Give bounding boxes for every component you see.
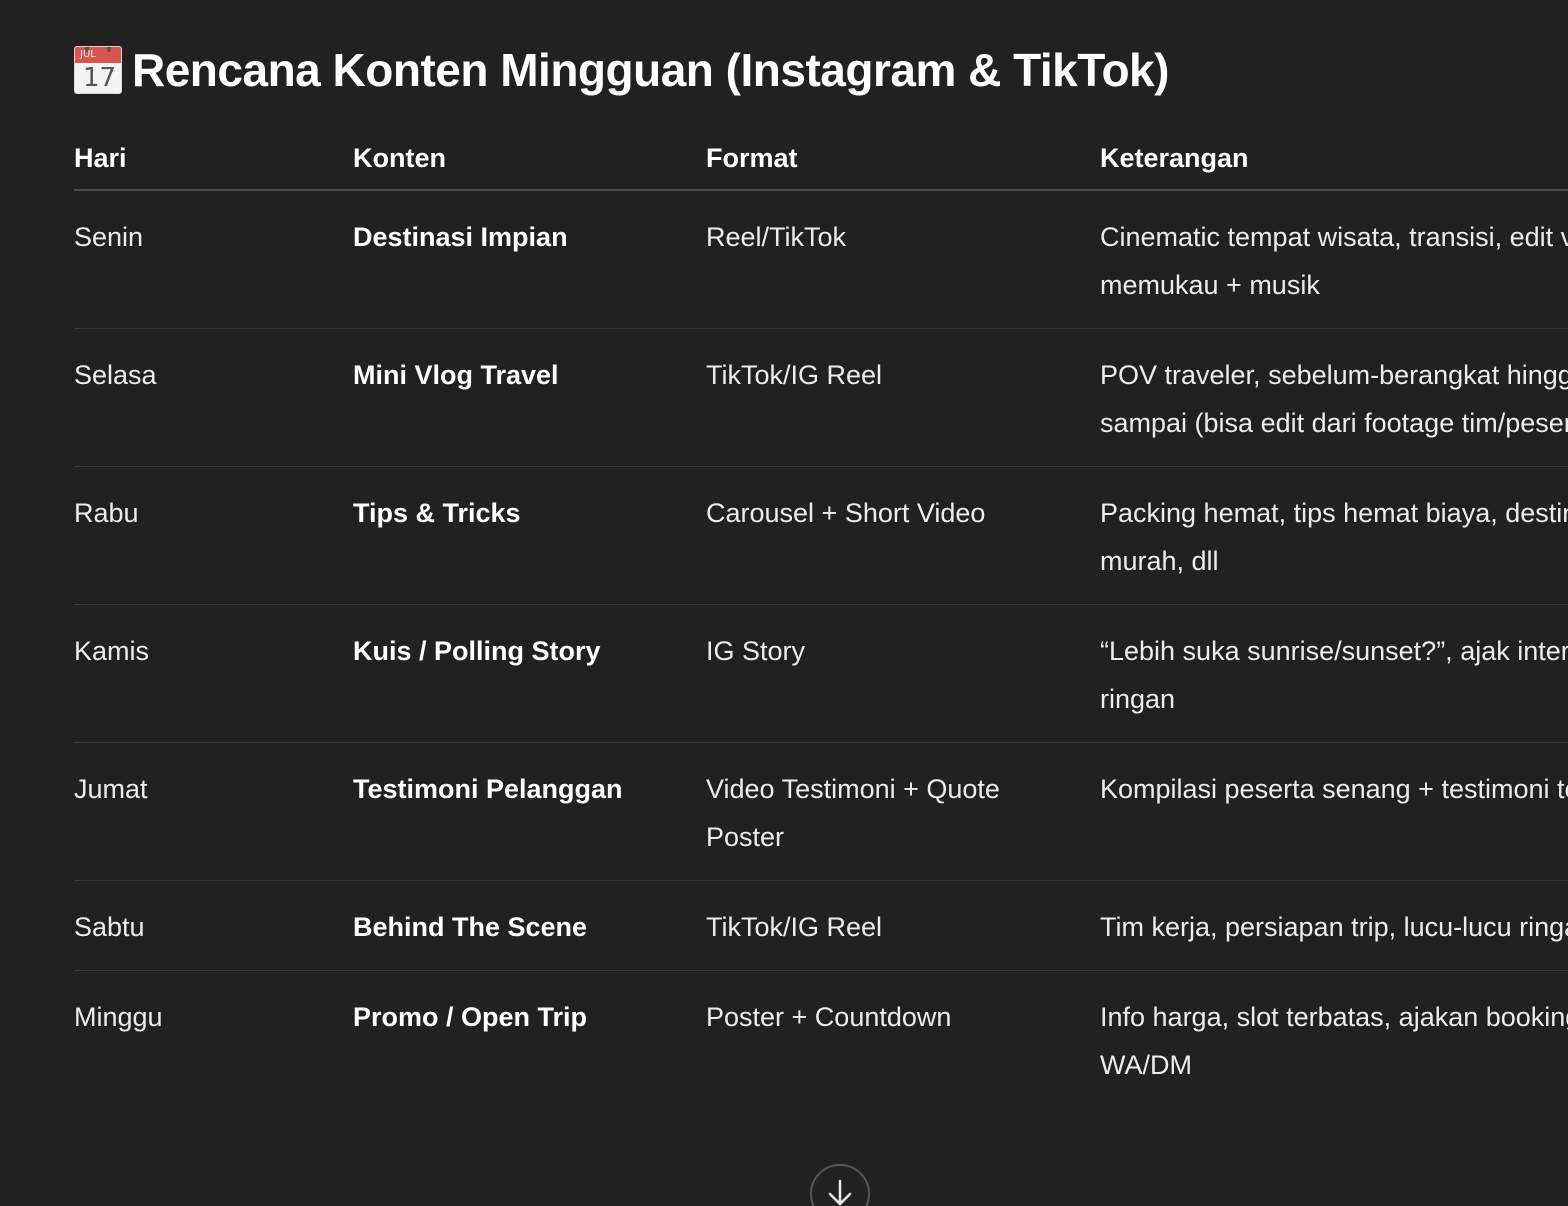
scroll-to-bottom-button[interactable]: [810, 1164, 870, 1206]
cell-konten: Mini Vlog Travel: [353, 328, 706, 467]
cell-format: IG Story: [706, 604, 1100, 743]
cell-konten: Tips & Tricks: [353, 466, 706, 605]
table-row: Rabu Tips & Tricks Carousel + Short Vide…: [74, 466, 1568, 605]
cell-keterangan: “Lebih suka sunrise/sunset?”, ajak inter…: [1100, 604, 1568, 743]
cell-format: Carousel + Short Video: [706, 466, 1100, 605]
cell-keterangan: Packing hemat, tips hemat biaya, destina…: [1100, 466, 1568, 605]
cell-konten: Kuis / Polling Story: [353, 604, 706, 743]
content-plan-heading: JUL 17 Rencana Konten Mingguan (Instagra…: [74, 40, 1169, 100]
arrow-down-icon: [828, 1179, 852, 1206]
cell-keterangan: Cinematic tempat wisata, transisi, edit …: [1100, 190, 1568, 329]
cell-konten: Testimoni Pelanggan: [353, 742, 706, 881]
cell-hari: Sabtu: [74, 880, 353, 971]
cell-hari: Jumat: [74, 742, 353, 881]
cell-hari: Rabu: [74, 466, 353, 605]
cell-hari: Minggu: [74, 1002, 163, 1032]
cell-format: Video Testimoni + Quote Poster: [706, 742, 1100, 881]
column-header-keterangan: Keterangan: [1100, 128, 1568, 191]
cell-hari: Kamis: [74, 604, 353, 743]
chat-page: JUL 17 Rencana Konten Mingguan (Instagra…: [0, 0, 1568, 1206]
table-row: Selasa Mini Vlog Travel TikTok/IG Reel P…: [74, 328, 1568, 467]
cell-format: TikTok/IG Reel: [706, 328, 1100, 467]
cell-hari: Selasa: [74, 328, 353, 467]
table-row: Minggu Promo / Open Trip Poster + Countd…: [74, 971, 1568, 1109]
cell-konten: Destinasi Impian: [353, 190, 706, 329]
cell-konten: Behind The Scene: [353, 880, 706, 971]
cell-format: Poster + Countdown: [706, 1002, 952, 1032]
weekly-content-table: Hari Konten Format Keterangan Senin Dest…: [74, 128, 1568, 1108]
calendar-icon: JUL 17: [74, 46, 122, 94]
cell-format: Reel/TikTok: [706, 190, 1100, 329]
column-header-format: Format: [706, 128, 1100, 191]
cell-hari: Senin: [74, 190, 353, 329]
table-row: Kamis Kuis / Polling Story IG Story “Leb…: [74, 604, 1568, 743]
cell-keterangan: Tim kerja, persiapan trip, lucu-lucu rin…: [1100, 880, 1568, 971]
column-header-konten: Konten: [353, 128, 706, 191]
cell-format: TikTok/IG Reel: [706, 880, 1100, 971]
cell-keterangan: Info harga, slot terbatas, ajakan bookin…: [1100, 1002, 1568, 1080]
cell-keterangan: POV traveler, sebelum-berangkat hingga s…: [1100, 328, 1568, 467]
table-row: Senin Destinasi Impian Reel/TikTok Cinem…: [74, 190, 1568, 329]
table-row: Sabtu Behind The Scene TikTok/IG Reel Ti…: [74, 880, 1568, 971]
column-header-hari: Hari: [74, 128, 353, 191]
calendar-icon-day: 17: [83, 63, 117, 93]
table-header-row: Hari Konten Format Keterangan: [74, 128, 1568, 191]
cell-konten: Promo / Open Trip: [353, 1002, 588, 1032]
cell-keterangan: Kompilasi peserta senang + testimoni tek…: [1100, 742, 1568, 881]
page-title: Rencana Konten Mingguan (Instagram & Tik…: [132, 44, 1169, 96]
table-row: Jumat Testimoni Pelanggan Video Testimon…: [74, 742, 1568, 881]
calendar-icon-month: JUL: [80, 49, 96, 60]
